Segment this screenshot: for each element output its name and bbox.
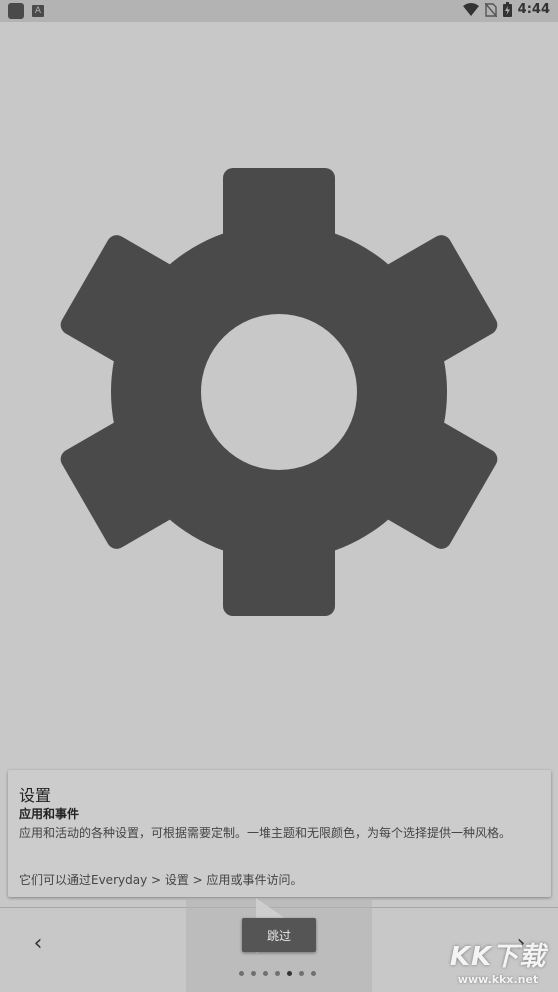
watermark-logo: KK下载 www.kkx.net: [442, 936, 554, 990]
info-card: 设置 应用和事件 应用和活动的各种设置，可根据需要定制。一堆主题和无限颜色，为每…: [8, 770, 551, 897]
system-tray: 4:44: [462, 2, 550, 17]
card-subtitle: 应用和事件: [19, 807, 80, 821]
page-dot: [311, 971, 316, 976]
page-dot: [239, 971, 244, 976]
notification-area: A: [8, 3, 44, 19]
skip-button[interactable]: 跳过: [242, 918, 316, 952]
card-path-text: 它们可以通过Everyday > 设置 > 应用或事件访问。: [19, 873, 303, 887]
wifi-icon: [462, 2, 479, 16]
page-indicator: [239, 971, 316, 976]
card-title: 设置: [19, 786, 52, 805]
a-notification-icon: A: [32, 5, 44, 17]
clock: 4:44: [517, 2, 550, 17]
chevron-left-icon[interactable]: ‹: [26, 930, 50, 958]
page-dot: [275, 971, 280, 976]
page-dot: [299, 971, 304, 976]
watermark-url: www.kkx.net: [457, 973, 539, 986]
battery-charging-icon: [502, 2, 512, 17]
page-dot: [287, 971, 292, 976]
watermark-brand: KK下载: [449, 942, 547, 972]
page-dot: [251, 971, 256, 976]
status-bar: A 4:44: [0, 0, 558, 22]
card-description: 应用和活动的各种设置，可根据需要定制。一堆主题和无限颜色，为每个选择提供一种风格…: [19, 826, 512, 840]
gear-icon: [60, 168, 498, 616]
no-sim-icon: [484, 2, 497, 17]
app-notification-icon: [8, 3, 24, 19]
page-dot: [263, 971, 268, 976]
